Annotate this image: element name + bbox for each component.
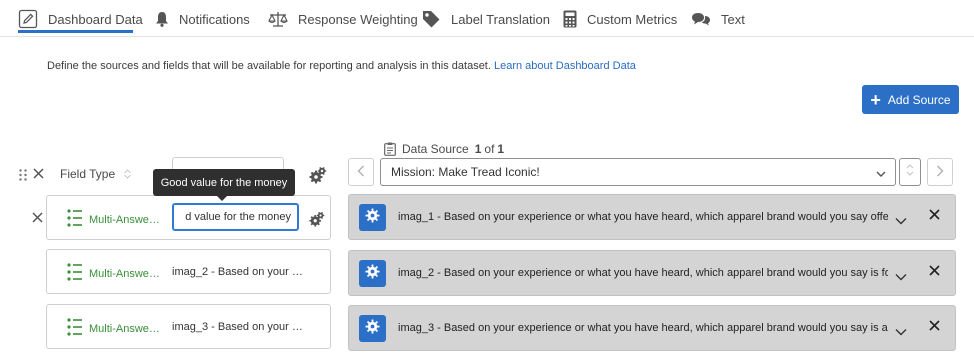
gear-icon	[365, 263, 380, 284]
chat-bubbles-icon	[691, 11, 711, 27]
source-field-text: imag_3 - Based on your experience or wha…	[398, 322, 888, 334]
previous-source-button[interactable]	[348, 158, 374, 186]
tab-label-translation[interactable]: Label Translation	[421, 8, 550, 30]
data-source-stepper[interactable]	[899, 158, 921, 186]
field-row: Multi-Answe… d value for the money	[46, 195, 331, 240]
settings-gears-icon[interactable]	[309, 166, 327, 189]
chevron-down-icon[interactable]	[895, 212, 907, 230]
chevron-down-icon[interactable]	[895, 268, 907, 286]
source-field-text: imag_2 - Based on your experience or wha…	[398, 267, 888, 279]
data-source-counter: Data Source 1 of 1	[384, 142, 507, 156]
source-settings-button[interactable]	[359, 204, 386, 231]
remove-source-field-button[interactable]	[929, 207, 940, 225]
chevron-down-icon[interactable]	[895, 323, 907, 341]
field-name-tooltip: Good value for the money	[153, 169, 295, 201]
tag-icon	[421, 9, 441, 29]
data-source-prefix: Data Source	[402, 142, 469, 156]
close-icon	[929, 318, 940, 335]
pencil-icon	[18, 9, 38, 29]
data-source-selected: Mission: Make Tread Iconic!	[391, 165, 540, 179]
list-icon	[67, 318, 83, 339]
close-icon	[32, 210, 43, 227]
page-description: Define the sources and fields that will …	[47, 60, 636, 72]
field-type-column-header[interactable]: Field Type	[60, 167, 132, 181]
field-type-label: Multi-Answe…	[89, 213, 160, 226]
field-type-label: Multi-Answe…	[89, 267, 160, 280]
gear-icon	[365, 207, 380, 228]
source-settings-button[interactable]	[359, 260, 386, 287]
tab-custom-metrics[interactable]: Custom Metrics	[563, 8, 677, 30]
tab-label: Label Translation	[451, 11, 551, 27]
field-name-input[interactable]: d value for the money	[172, 203, 299, 231]
field-name[interactable]: imag_2 - Based on your …	[172, 266, 303, 278]
remove-all-button[interactable]	[33, 166, 44, 183]
drag-handle-icon[interactable]	[19, 168, 27, 186]
description-text: Define the sources and fields that will …	[47, 60, 491, 72]
tab-label: Dashboard Data	[48, 11, 143, 27]
add-source-label: Add Source	[887, 92, 951, 107]
source-field-row: imag_3 - Based on your experience or wha…	[348, 305, 956, 351]
tab-label: Response Weighting	[298, 11, 418, 27]
field-row: Multi-Answe… imag_3 - Based on your …	[46, 304, 331, 349]
field-row: Multi-Answe… imag_2 - Based on your …	[46, 249, 331, 294]
source-settings-button[interactable]	[359, 315, 386, 342]
field-type-dropdown[interactable]: Multi-Answe…	[67, 318, 160, 339]
source-field-row: imag_1 - Based on your experience or wha…	[348, 194, 956, 240]
chevron-left-icon	[357, 164, 365, 181]
gear-icon	[365, 318, 380, 339]
data-source-select[interactable]: Mission: Make Tread Iconic!	[380, 158, 896, 186]
field-type-dropdown[interactable]: Multi-Answe…	[67, 263, 160, 284]
tab-notifications[interactable]: Notifications	[155, 8, 250, 30]
active-tab-indicator	[18, 30, 133, 33]
data-source-of: of	[484, 142, 495, 156]
data-source-current: 1	[474, 142, 482, 156]
calculator-icon	[563, 10, 577, 28]
field-type-header-label: Field Type	[60, 167, 116, 181]
tab-text[interactable]: Text	[691, 8, 745, 30]
add-source-button[interactable]: + Add Source	[862, 85, 959, 114]
close-icon	[33, 166, 44, 183]
plus-icon: +	[870, 89, 881, 110]
tab-label: Text	[721, 11, 745, 27]
field-name[interactable]: imag_3 - Based on your …	[172, 321, 303, 333]
source-field-row: imag_2 - Based on your experience or wha…	[348, 250, 956, 296]
close-icon	[929, 263, 940, 280]
learn-more-link[interactable]: Learn about Dashboard Data	[494, 60, 636, 72]
tab-response-weighting[interactable]: Response Weighting	[268, 8, 418, 30]
tab-dashboard-data[interactable]: Dashboard Data	[18, 8, 143, 30]
list-icon	[67, 209, 83, 230]
field-type-dropdown[interactable]: Multi-Answe…	[67, 209, 160, 230]
tab-label: Notifications	[179, 11, 250, 27]
source-field-text: imag_1 - Based on your experience or wha…	[398, 211, 888, 223]
chevron-down-icon	[876, 167, 886, 181]
chevron-right-icon	[936, 164, 944, 181]
sort-icon	[124, 168, 132, 180]
bell-icon	[155, 11, 169, 27]
tab-label: Custom Metrics	[587, 11, 678, 27]
remove-row-button[interactable]	[32, 210, 43, 227]
list-icon	[67, 263, 83, 284]
remove-source-field-button[interactable]	[929, 318, 940, 336]
tab-bar: Dashboard Data Notifications Response We…	[0, 0, 974, 37]
up-down-arrows-icon	[906, 163, 914, 182]
scale-icon	[268, 11, 288, 27]
close-icon	[929, 207, 940, 224]
field-type-label: Multi-Answe…	[89, 322, 160, 335]
clipboard-icon	[384, 142, 396, 156]
field-settings-icon[interactable]	[309, 211, 325, 232]
remove-source-field-button[interactable]	[929, 263, 940, 281]
next-source-button[interactable]	[927, 158, 953, 186]
data-source-total: 1	[497, 142, 505, 156]
